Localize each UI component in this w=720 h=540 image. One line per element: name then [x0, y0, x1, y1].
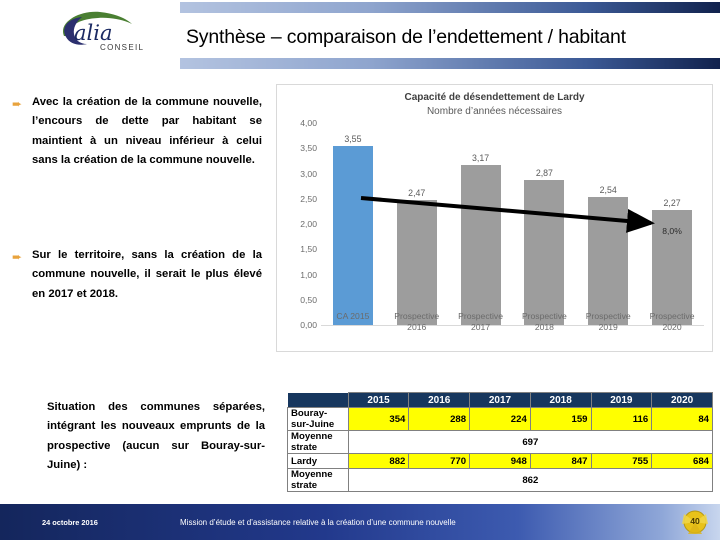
svg-text:CONSEIL: CONSEIL	[100, 43, 144, 52]
chart-x-tick: Prospective 2016	[394, 311, 440, 332]
chart-bar-value-label: 2,47	[408, 188, 426, 199]
chart-y-tick: 3,00	[300, 168, 317, 179]
chart-x-axis: CA 2015 Prospective 2016 Prospective 2017 Pro…	[321, 311, 704, 345]
chart-bar-value-label: 2,54	[599, 184, 617, 195]
chart-bar	[524, 180, 565, 325]
chart-x-tick: Prospective 2018	[521, 311, 567, 332]
table-merged-cell: 862	[347, 468, 714, 492]
arrow-bullet-icon: ➨	[12, 250, 23, 264]
chart-bar-slot: 2,87	[512, 123, 576, 325]
table-column-header: 2019	[590, 392, 653, 408]
chart-bar-slot: 3,55	[321, 123, 385, 325]
chart-bar-value-label: 3,55	[344, 133, 362, 144]
table-row-label: Moyenne strate	[287, 468, 349, 492]
chart-x-tick: Prospective 2017	[458, 311, 504, 332]
debt-per-capita-table: 2015 2016 2017 2018 2019 2020 Bouray-sur-Juin…	[287, 392, 714, 492]
page-number: 40	[690, 516, 700, 526]
chart-bar: 8,0%	[652, 210, 693, 325]
chart-x-tick: CA 2015	[336, 311, 370, 321]
table-cell: 882	[347, 453, 410, 469]
bullet-item-1-text: Avec la création de la commune nouvelle,…	[32, 96, 262, 166]
chart-y-tick: 2,00	[300, 219, 317, 229]
footer-mission-text: Mission d’étude et d’assistance relative…	[180, 518, 456, 527]
bullet-item-2-text: Sur le territoire, sans la création de l…	[32, 249, 262, 300]
table-row-label: Lardy	[287, 453, 349, 469]
table-cell: 116	[590, 407, 653, 431]
table-corner-cell	[287, 392, 349, 408]
chart-bars: 3,55 2,47 3,17 2,87 2,54 2,27 8,0%	[321, 123, 704, 325]
table-row-label: Moyenne strate	[287, 430, 349, 454]
table-cell: 84	[651, 407, 713, 431]
table-cell: 159	[529, 407, 592, 431]
table-cell: 847	[529, 453, 592, 469]
table-column-header: 2016	[408, 392, 471, 408]
chart-bar-slot: 2,27 8,0%	[640, 123, 704, 325]
arrow-bullet-icon: ➨	[12, 97, 23, 111]
chart-bar	[332, 145, 373, 325]
table-merged-cell: 697	[347, 430, 714, 454]
chart-x-tick: Prospective 2020	[649, 311, 695, 332]
calia-conseil-logo: alia CONSEIL	[44, 6, 162, 54]
table-body: Bouray-sur-Juine 354 288 224 159 116 84 Moyenne…	[287, 407, 714, 492]
chart-y-tick: 0,00	[300, 320, 317, 330]
table-column-header: 2020	[651, 392, 713, 408]
chart-bar	[460, 164, 501, 325]
table-cell: 224	[469, 407, 531, 431]
table-cell: 354	[347, 407, 410, 431]
chart-subtitle: Nombre d’années nécessaires	[426, 106, 563, 117]
table-cell: 948	[469, 453, 531, 469]
chart-bar-slot: 2,54	[576, 123, 640, 325]
chart-bar	[396, 200, 437, 325]
table-row-label: Bouray-sur-Juine	[287, 407, 349, 431]
table-cell: 755	[590, 453, 653, 469]
chart-title: Capacité de désendettement de Lardy	[404, 92, 585, 103]
chart-y-tick: 1,00	[300, 269, 317, 280]
chart-y-tick: 4,00	[300, 118, 317, 128]
table-header-row: 2015 2016 2017 2018 2019 2020	[287, 392, 713, 408]
header-accent-bar-bottom	[180, 58, 720, 69]
chart-bar	[588, 196, 629, 325]
chart-bar-value-label: 2,87	[535, 168, 553, 179]
bullet-item-2: ➨ Sur le territoire, sans la création de…	[12, 246, 262, 304]
chart-x-tick: Prospective 2019	[585, 311, 631, 332]
header-accent-bar-top	[180, 2, 720, 13]
table-row: Moyenne strate 697	[287, 430, 714, 454]
chart-y-tick: 3,50	[300, 143, 317, 154]
page-title: Synthèse – comparaison de l’endettement …	[186, 26, 626, 48]
chart-bar-annotation: 8,0%	[662, 226, 682, 237]
situation-caption: Situation des communes séparées, intégra…	[47, 401, 265, 471]
bullet-item-1: ➨ Avec la création de la commune nouvell…	[12, 93, 262, 170]
chart-y-tick: 1,50	[300, 244, 317, 255]
table-column-header: 2017	[469, 392, 531, 408]
table-cell: 288	[408, 407, 471, 431]
chart-panel: Capacité de désendettement de Lardy Nomb…	[276, 84, 713, 352]
chart-y-tick: 2,50	[300, 193, 317, 204]
table-cell: 684	[651, 453, 713, 469]
svg-text:alia: alia	[74, 21, 112, 45]
table-row: Lardy 882 770 948 847 755 684	[287, 453, 713, 469]
chart-bar-value-label: 3,17	[472, 152, 490, 163]
table-column-header: 2015	[347, 392, 410, 408]
table-cell: 770	[408, 453, 471, 469]
table-row: Moyenne strate 862	[287, 468, 714, 492]
table-column-header: 2018	[529, 392, 592, 408]
chart-bar-value-label: 2,27	[663, 198, 681, 209]
chart-y-tick: 0,50	[300, 294, 317, 305]
chart-bar-slot: 2,47	[385, 123, 449, 325]
table-row: Bouray-sur-Juine 354 288 224 159 116 84	[287, 407, 713, 431]
footer-date: 24 octobre 2016	[42, 518, 98, 527]
chart-y-axis: 4,00 3,50 3,00 2,50 2,00 1,50 1,00 0,50 0,00	[279, 118, 319, 330]
chart-bar-slot: 3,17	[449, 123, 513, 325]
